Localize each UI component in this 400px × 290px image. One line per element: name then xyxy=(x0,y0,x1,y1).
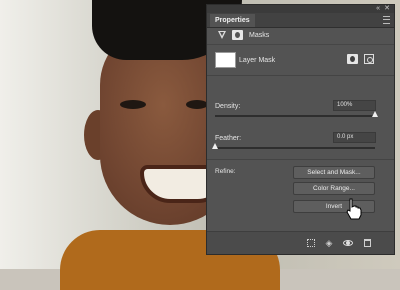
collapse-icon[interactable]: « xyxy=(376,5,380,13)
divider xyxy=(207,159,394,160)
masks-header-row: Masks xyxy=(207,28,394,45)
density-slider[interactable] xyxy=(215,115,375,117)
select-pixel-mask-icon[interactable] xyxy=(347,54,358,64)
trash-icon[interactable] xyxy=(364,239,371,247)
feather-field[interactable]: 0.0 px xyxy=(333,132,376,143)
visibility-eye-icon[interactable] xyxy=(343,240,353,246)
feather-slider-thumb[interactable] xyxy=(212,143,218,149)
density-label: Density: xyxy=(215,103,241,110)
apply-mask-icon[interactable]: ◈ xyxy=(324,238,334,248)
density-slider-thumb[interactable] xyxy=(372,111,378,117)
tab-properties[interactable]: Properties xyxy=(210,14,255,27)
select-and-mask-button[interactable]: Select and Mask... xyxy=(293,166,375,179)
close-icon[interactable]: ✕ xyxy=(384,5,390,13)
color-range-button[interactable]: Color Range... xyxy=(293,182,375,195)
layer-mask-label: Layer Mask xyxy=(239,57,276,64)
photo-eye-right xyxy=(186,100,208,109)
panel-tab-row: Properties xyxy=(207,13,394,28)
feather-label: Feather: xyxy=(215,135,242,142)
density-field[interactable]: 100% xyxy=(333,100,376,111)
mask-icon xyxy=(232,30,243,40)
hand-cursor-icon xyxy=(346,198,362,220)
add-vector-mask-icon[interactable] xyxy=(364,54,374,64)
layer-mask-thumbnail[interactable] xyxy=(215,52,236,68)
masks-label: Masks xyxy=(249,32,270,39)
feather-slider[interactable] xyxy=(215,147,375,149)
panel-menu-icon[interactable] xyxy=(383,16,390,24)
refine-label: Refine: xyxy=(215,168,236,175)
properties-panel: « ✕ Properties Masks Layer Mask Density:… xyxy=(206,4,395,255)
vector-mask-triangle-icon xyxy=(218,31,226,39)
panel-bottom-bar: ◈ xyxy=(207,231,394,254)
load-selection-icon[interactable] xyxy=(307,239,315,247)
photo-eye-left xyxy=(120,100,146,109)
panel-chrome-bar: « ✕ xyxy=(207,5,394,13)
layer-mask-row: Layer Mask xyxy=(207,48,394,70)
divider xyxy=(207,75,394,76)
